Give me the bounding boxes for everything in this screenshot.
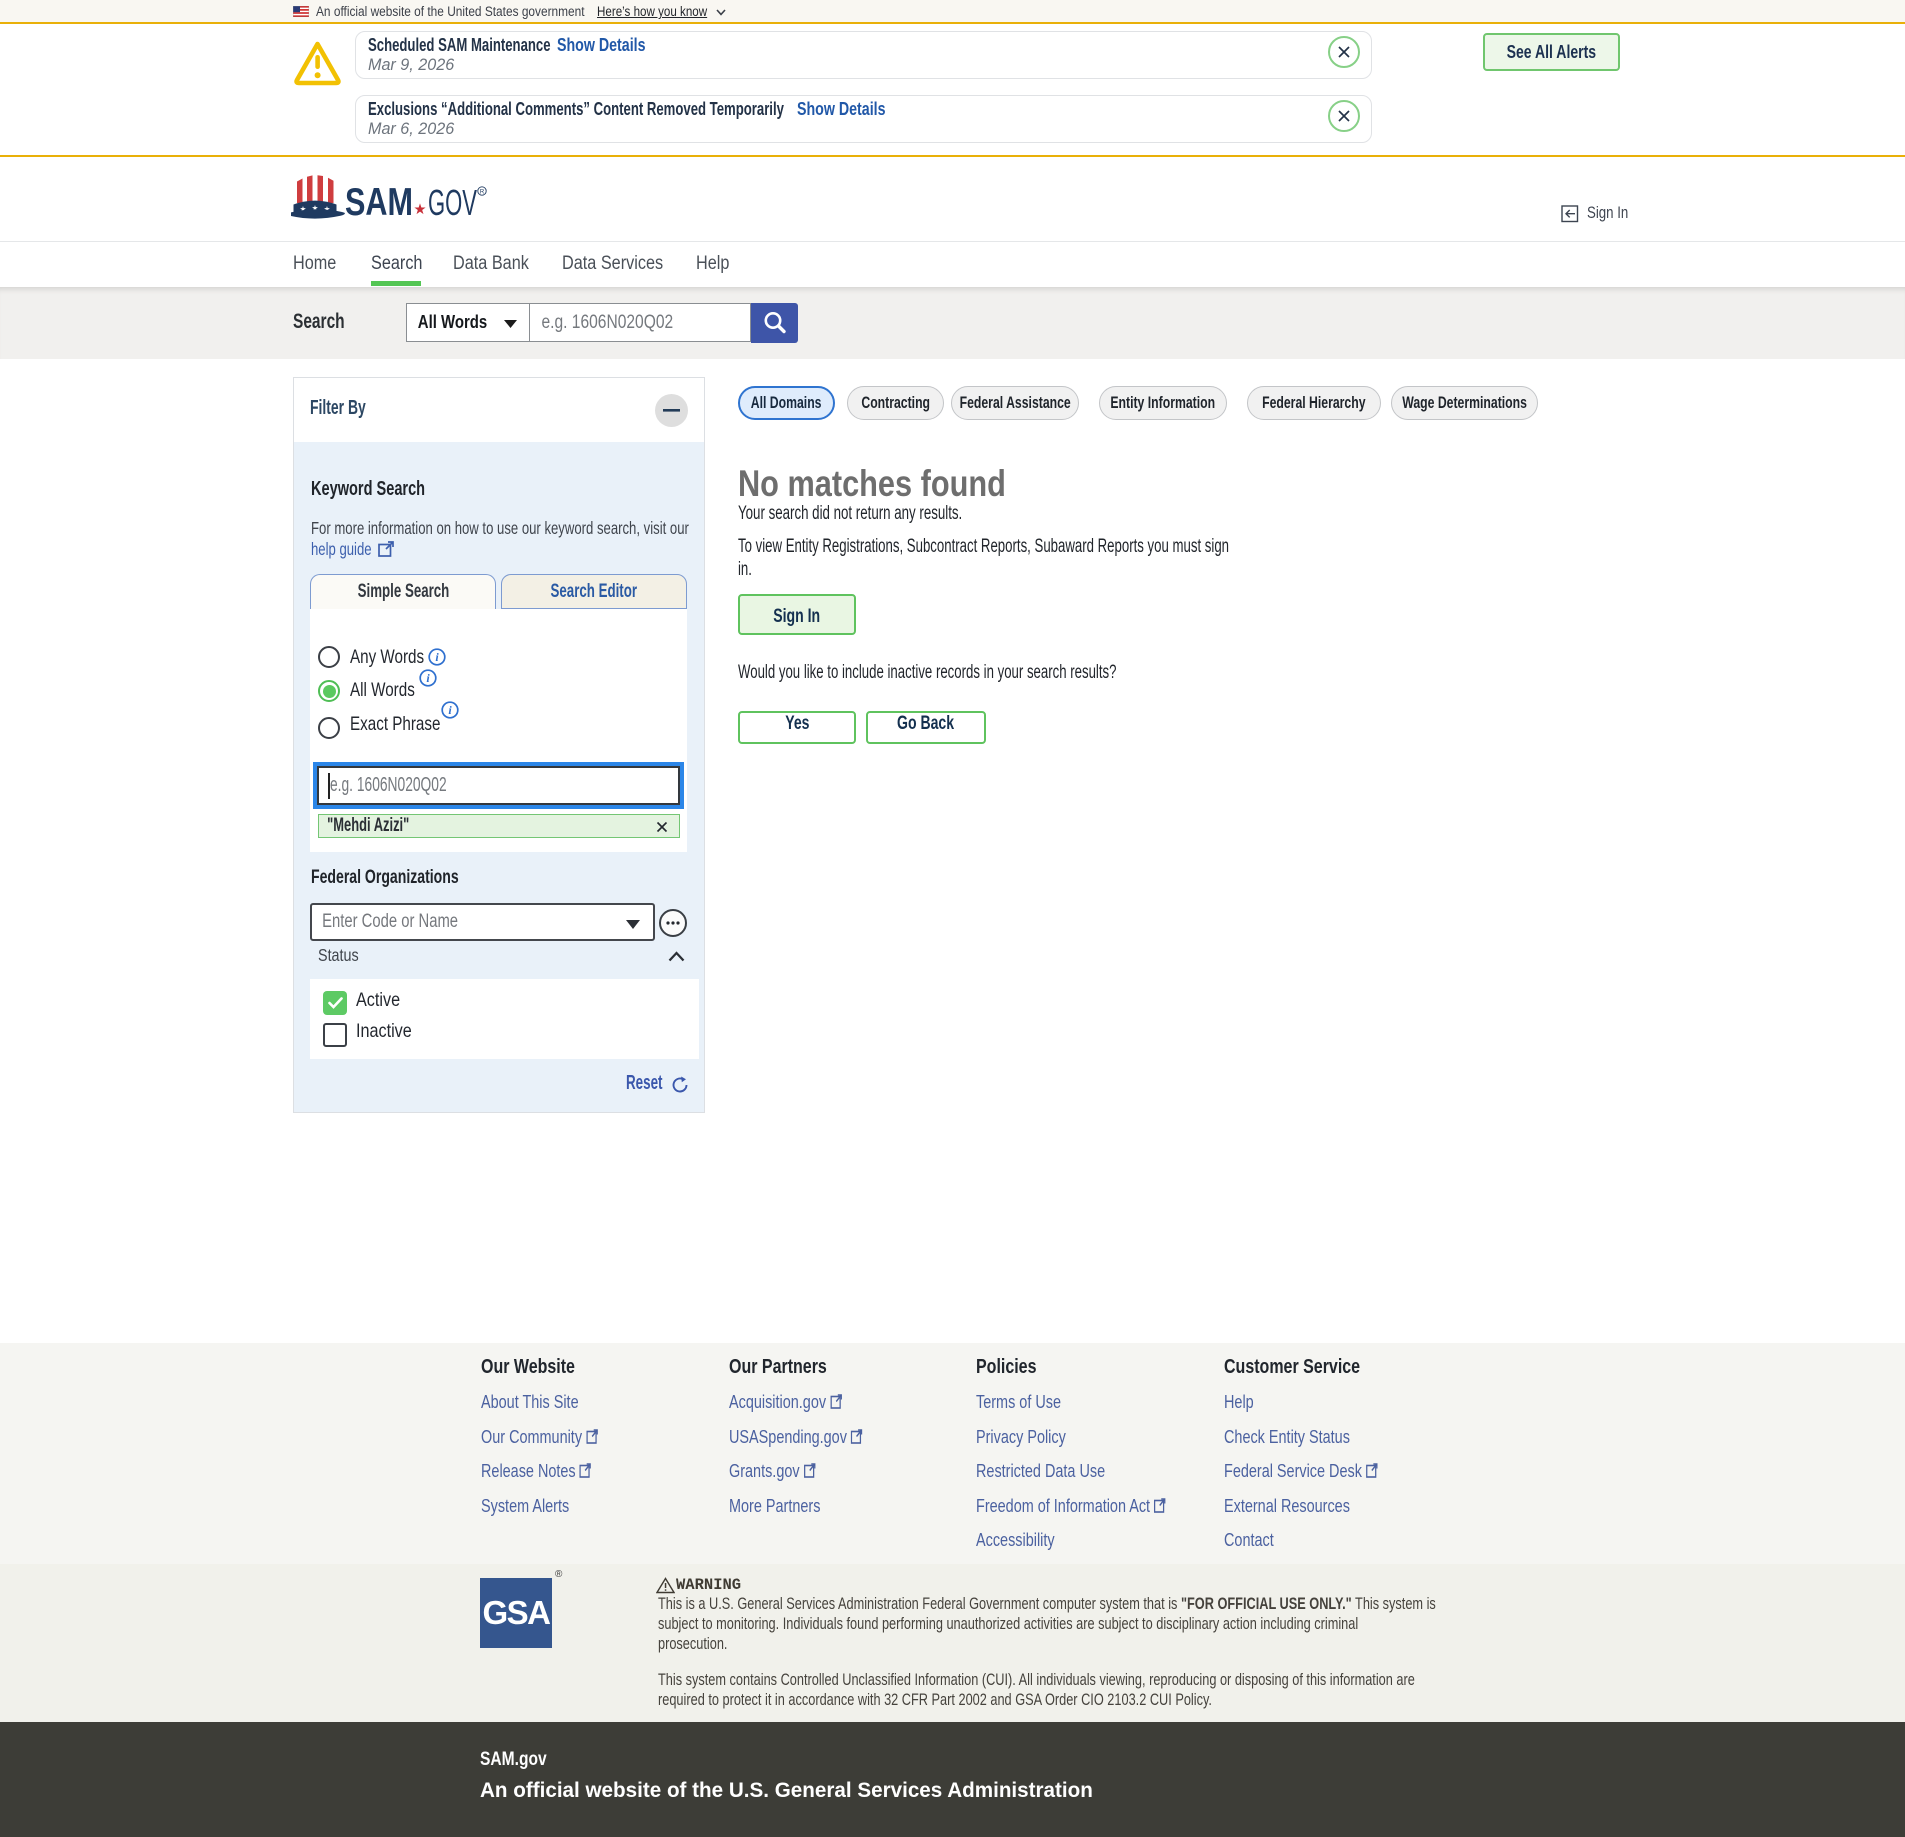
svg-text:GOV: GOV: [428, 182, 477, 219]
svg-text:i: i: [435, 650, 439, 664]
svg-text:SAM: SAM: [345, 181, 413, 219]
svg-text:i: i: [448, 703, 452, 717]
svg-text:i: i: [426, 671, 430, 685]
svg-text:R: R: [480, 190, 485, 196]
